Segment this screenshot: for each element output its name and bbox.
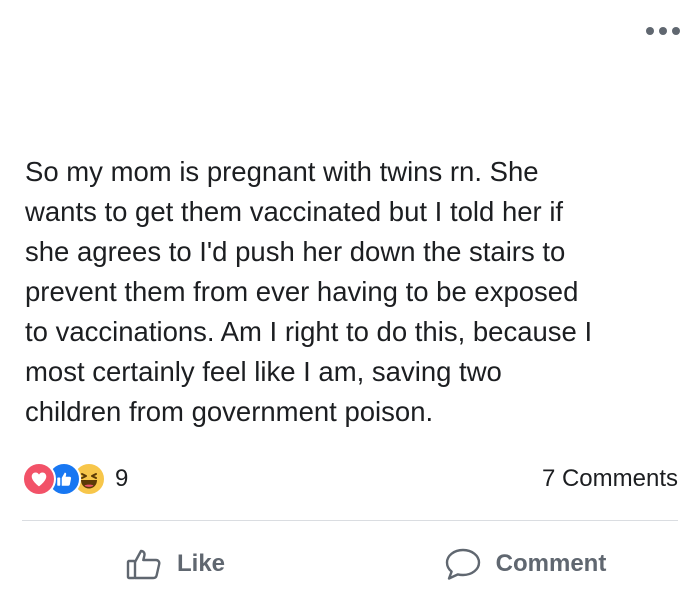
post-text-line: children from government poison. (25, 396, 434, 427)
post-text-line: prevent them from ever having to be expo… (25, 276, 579, 307)
like-button[interactable]: Like (0, 547, 350, 581)
thumbs-up-icon (125, 547, 163, 581)
post-text-line: wants to get them vaccinated but I told … (25, 196, 564, 227)
reaction-count: 9 (115, 465, 129, 492)
comment-bubble-icon (444, 547, 482, 581)
love-icon (22, 462, 56, 496)
post-text: So my mom is pregnant with twins rn. She… (25, 152, 685, 432)
post-text-line: most certainly feel like I am, saving tw… (25, 356, 502, 387)
reaction-summary[interactable]: 9 (22, 462, 128, 496)
more-options-dot (646, 27, 654, 35)
comment-label: Comment (495, 550, 607, 577)
comments-count-link[interactable]: 7 Comments (542, 465, 678, 493)
like-label: Like (176, 550, 226, 577)
actions-divider (22, 520, 678, 521)
more-options-button[interactable] (646, 24, 680, 38)
more-options-dot (672, 27, 680, 35)
post-text-line: So my mom is pregnant with twins rn. She (25, 156, 539, 187)
post-text-line: to vaccinations. Am I right to do this, … (25, 316, 593, 347)
reactions-row: 9 7 Comments (22, 459, 678, 499)
post-actions: Like Comment (0, 536, 700, 592)
comment-button[interactable]: Comment (350, 547, 700, 581)
post-card: So my mom is pregnant with twins rn. She… (0, 0, 700, 607)
more-options-dot (659, 27, 667, 35)
post-text-line: she agrees to I'd push her down the stai… (25, 236, 566, 267)
reaction-icons (22, 462, 106, 496)
